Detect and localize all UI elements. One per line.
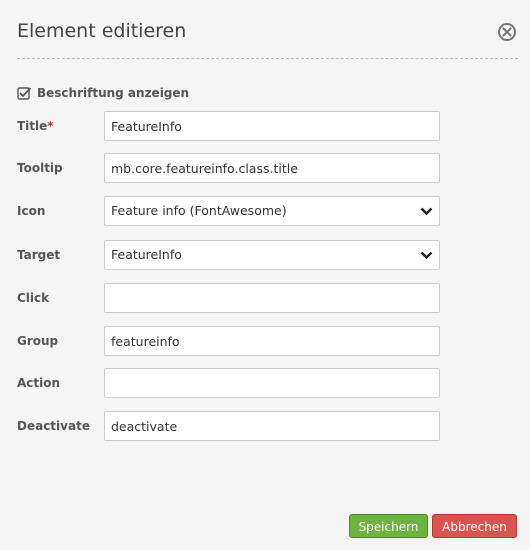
deactivate-input[interactable] — [104, 411, 440, 441]
save-button[interactable]: Speichern — [349, 514, 428, 538]
target-label: Target — [17, 248, 61, 262]
target-row: Target FeatureInfo — [17, 240, 440, 270]
action-input[interactable] — [104, 368, 440, 398]
target-select[interactable]: FeatureInfo — [104, 240, 440, 270]
group-row: Group — [17, 326, 440, 356]
icon-row: Icon Feature info (FontAwesome) — [17, 196, 440, 226]
chevron-down-icon — [420, 251, 433, 260]
cancel-button[interactable]: Abbrechen — [432, 514, 517, 538]
edit-element-dialog: Element editieren Beschriftung anzeigen … — [0, 0, 530, 550]
click-row: Click — [17, 283, 440, 313]
tooltip-input[interactable] — [104, 153, 440, 183]
deactivate-row: Deactivate — [17, 411, 440, 441]
group-input[interactable] — [104, 326, 440, 356]
icon-label: Icon — [17, 204, 46, 218]
checkbox-checked-icon[interactable] — [17, 86, 31, 100]
click-label: Click — [17, 291, 50, 305]
icon-select-value: Feature info (FontAwesome) — [111, 203, 287, 218]
target-select-value: FeatureInfo — [111, 247, 182, 262]
show-label-text: Beschriftung anzeigen — [37, 86, 190, 100]
group-label: Group — [17, 334, 59, 348]
tooltip-row: Tooltip — [17, 153, 440, 183]
close-icon[interactable] — [497, 22, 517, 42]
required-mark: * — [47, 119, 54, 133]
chevron-down-icon — [420, 207, 433, 216]
tooltip-label: Tooltip — [17, 161, 63, 175]
show-label-checkbox[interactable]: Beschriftung anzeigen — [17, 86, 189, 100]
deactivate-label: Deactivate — [17, 419, 90, 433]
click-input[interactable] — [104, 283, 440, 313]
title-input[interactable] — [104, 111, 440, 141]
dialog-title: Element editieren — [17, 20, 187, 42]
title-label: Title* — [17, 119, 54, 133]
action-row: Action — [17, 368, 440, 398]
action-label: Action — [17, 376, 61, 390]
icon-select[interactable]: Feature info (FontAwesome) — [104, 196, 440, 226]
header-divider — [17, 58, 518, 59]
title-row: Title* — [17, 111, 440, 141]
